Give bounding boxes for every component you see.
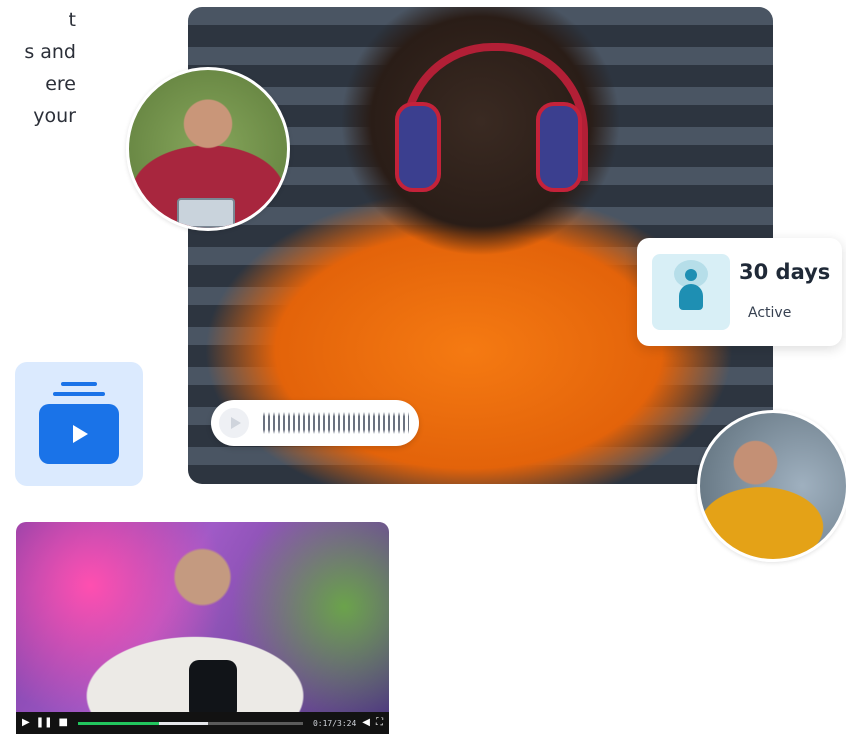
- status-label: Active: [748, 305, 792, 321]
- phone-image: [177, 198, 235, 228]
- intro-line-4: your: [33, 105, 76, 127]
- video-progress-bar[interactable]: [77, 721, 303, 725]
- volume-icon[interactable]: ◀: [362, 718, 370, 728]
- video-controls-bar: ▶ ❚❚ ■ 0:17/3:24 ◀ ⛶: [16, 712, 389, 734]
- playlist-bar-top: [61, 382, 97, 386]
- person-meditation-icon: [685, 269, 697, 281]
- video-time: 0:17/3:24: [312, 718, 357, 728]
- progress-fill: [77, 721, 159, 725]
- pause-icon[interactable]: ❚❚: [36, 718, 53, 728]
- microphone-image: [189, 660, 237, 720]
- video-player[interactable]: ▶ ❚❚ ■ 0:17/3:24 ◀ ⛶: [16, 522, 389, 734]
- playlist-video-icon[interactable]: [15, 362, 143, 486]
- avatar-man-lying-headphones: [126, 67, 290, 231]
- playlist-bar-middle: [53, 392, 105, 396]
- intro-text: t s and ere your: [0, 4, 76, 132]
- intro-line-2: s and: [24, 41, 76, 63]
- person-body-shape: [679, 284, 703, 310]
- status-days-value: 30 days: [739, 260, 831, 284]
- status-icon-box: [652, 254, 730, 330]
- video-screen-icon: [39, 404, 119, 464]
- headphone-left: [395, 102, 441, 192]
- headphone-right: [536, 102, 582, 192]
- status-card: 30 days Active: [637, 238, 842, 346]
- fullscreen-icon[interactable]: ⛶: [376, 718, 383, 728]
- avatar-woman-smiling: [697, 410, 846, 562]
- intro-line-3: ere: [45, 73, 76, 95]
- buffer-fill: [158, 721, 209, 725]
- play-icon[interactable]: [219, 408, 249, 438]
- play-icon[interactable]: ▶: [22, 718, 30, 728]
- stop-icon[interactable]: ■: [58, 718, 67, 728]
- waveform-icon: [263, 412, 409, 434]
- intro-line-1: t: [68, 9, 76, 31]
- audio-player-pill[interactable]: [211, 400, 419, 446]
